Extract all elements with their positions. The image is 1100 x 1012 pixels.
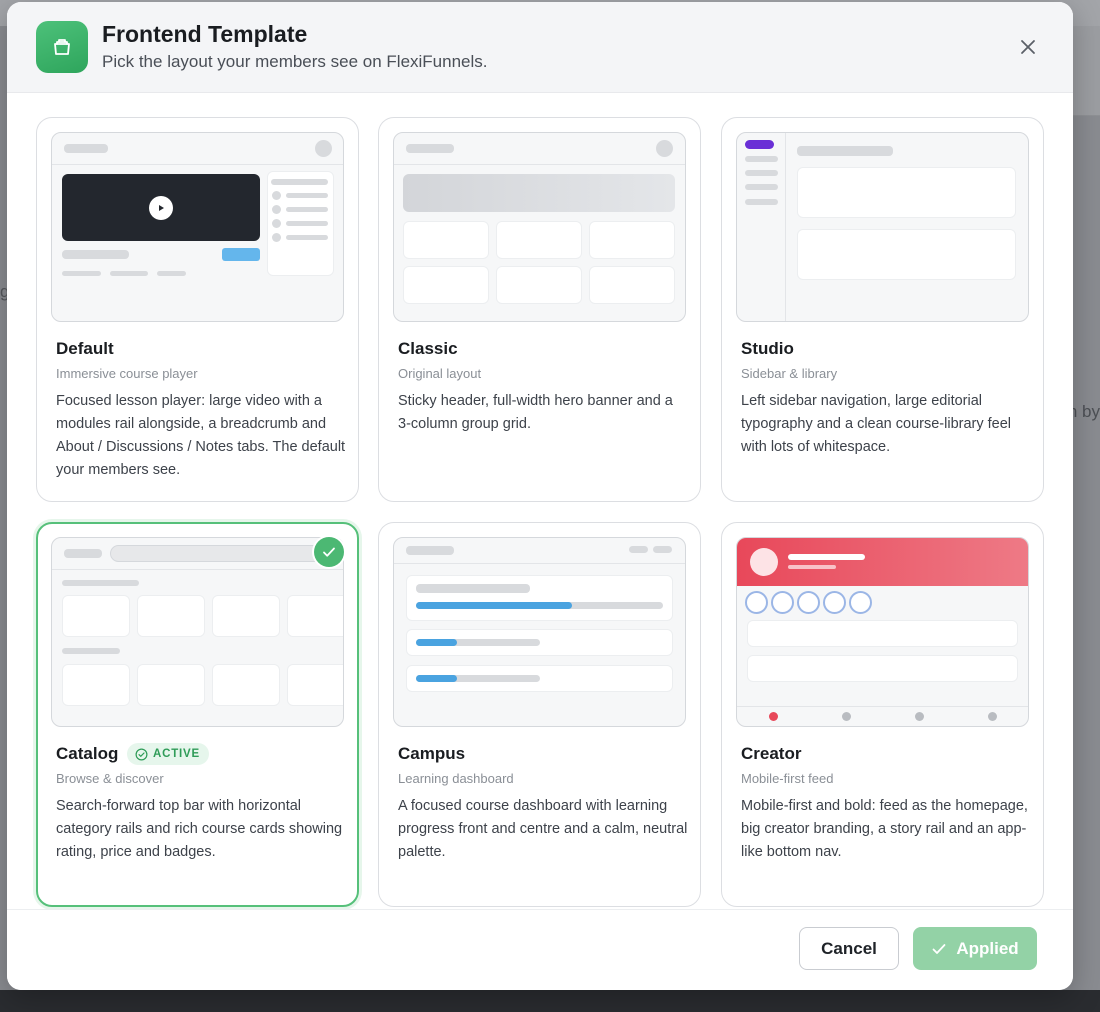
modal-header: Frontend Template Pick the layout your m… [7, 2, 1073, 93]
template-card-classic[interactable]: Classic Original layout Sticky header, f… [378, 117, 701, 502]
selected-check-icon [314, 537, 344, 567]
template-card-catalog[interactable]: Catalog ACTIVE Browse & discover Search-… [36, 522, 359, 907]
template-name: Default [56, 339, 114, 358]
template-description: Mobile-first and bold: feed as the homep… [741, 798, 1028, 860]
progress-fill [416, 602, 572, 609]
template-card-default[interactable]: Default Immersive course player Focused … [36, 117, 359, 502]
template-description: Left sidebar navigation, large editorial… [741, 393, 1012, 455]
template-tag: Mobile-first feed [741, 771, 834, 786]
play-icon [149, 196, 173, 220]
progress-track [416, 639, 540, 646]
template-name: Catalog [56, 744, 119, 763]
check-icon [932, 943, 946, 954]
catalog-layout-preview [51, 537, 344, 727]
close-icon[interactable] [1017, 36, 1039, 58]
template-card-studio[interactable]: Studio Sidebar & library Left sidebar na… [721, 117, 1044, 502]
modal-title: Frontend Template [102, 21, 308, 47]
applied-button-label: Applied [956, 938, 1019, 958]
hero-banner-placeholder [403, 174, 675, 212]
template-name: Campus [398, 744, 466, 763]
applied-button[interactable]: Applied [913, 927, 1037, 970]
campus-layout-preview [393, 537, 686, 727]
progress-fill [416, 675, 457, 682]
template-tag: Immersive course player [56, 366, 198, 381]
template-name: Classic [398, 339, 458, 358]
check-circle-icon [135, 748, 148, 760]
template-tag: Learning dashboard [398, 771, 514, 786]
template-card-creator[interactable]: Creator Mobile-first feed Mobile-first a… [721, 522, 1044, 907]
default-layout-preview [51, 132, 344, 322]
progress-track [416, 675, 540, 682]
progress-track [416, 602, 663, 609]
cancel-button[interactable]: Cancel [799, 927, 899, 970]
active-badge-label: ACTIVE [153, 748, 200, 760]
template-name: Studio [741, 339, 794, 358]
search-bar-placeholder [110, 545, 328, 562]
template-description: A focused course dashboard with learning… [398, 798, 688, 860]
template-description: Search-forward top bar with horizontal c… [56, 798, 343, 860]
progress-fill [416, 639, 457, 646]
creator-banner-placeholder [737, 538, 1028, 586]
modal-subtitle: Pick the layout your members see on Flex… [102, 52, 488, 71]
template-description: Sticky header, full-width hero banner an… [398, 393, 673, 432]
studio-layout-preview [736, 132, 1029, 322]
template-card-campus[interactable]: Campus Learning dashboard A focused cour… [378, 522, 701, 907]
template-tag: Browse & discover [56, 771, 164, 786]
template-tag: Sidebar & library [741, 366, 838, 381]
template-description: Focused lesson player: large video with … [56, 393, 346, 478]
classic-layout-preview [393, 132, 686, 322]
template-name: Creator [741, 744, 802, 763]
background-bottom-bar [0, 990, 1100, 1012]
template-app-icon [36, 21, 88, 73]
frontend-template-modal: Frontend Template Pick the layout your m… [7, 2, 1073, 990]
creator-layout-preview [736, 537, 1029, 727]
active-badge: ACTIVE [127, 743, 209, 765]
template-tag: Original layout [398, 366, 482, 381]
